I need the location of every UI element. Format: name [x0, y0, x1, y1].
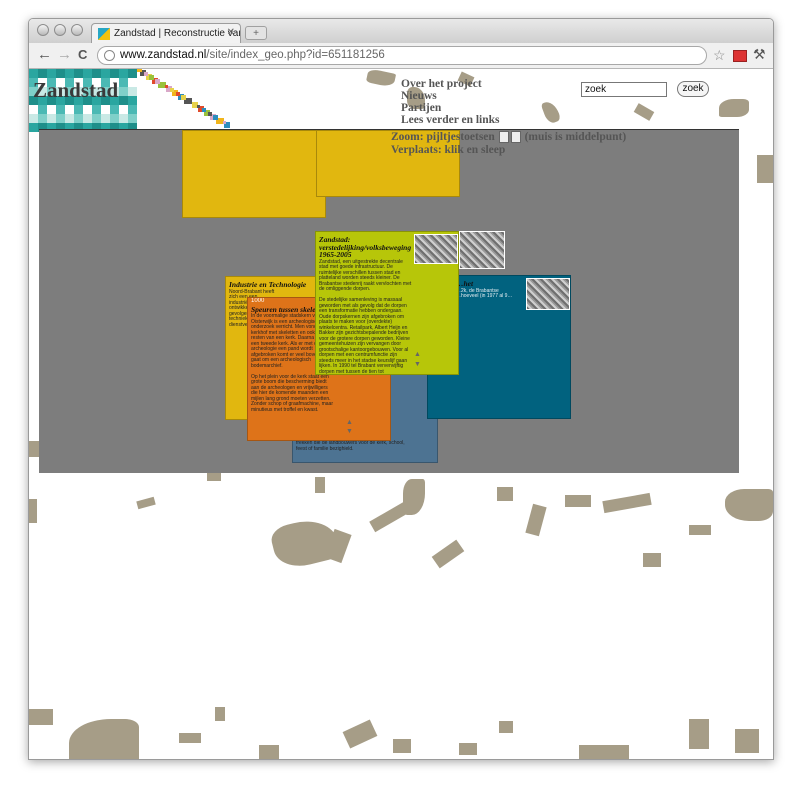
panel-verstedelijking-photo [414, 234, 458, 264]
title-bar: Zandstad | Reconstructie van ✕ + [29, 19, 773, 43]
key-up-icon [498, 131, 509, 144]
zoom-instruction: Zoom: pijltjestoetsen [391, 131, 495, 143]
maximize-window-button[interactable] [71, 24, 83, 36]
menu-item-nieuws[interactable]: Nieuws [401, 90, 500, 102]
forward-button[interactable]: → [57, 47, 72, 63]
tab-close-icon[interactable]: ✕ [227, 27, 235, 38]
wrench-menu-icon[interactable]: ⚒ [753, 46, 766, 63]
url-path: /site/index_geo.php?id=651181256 [206, 49, 385, 61]
close-window-button[interactable] [37, 24, 49, 36]
panel-yellow-top-left[interactable] [182, 130, 326, 218]
main-menu: Over het project Nieuws Partijen Lees ve… [401, 78, 500, 126]
reload-button[interactable]: C [78, 47, 87, 63]
search-button[interactable]: zoek [677, 81, 709, 97]
panel-slate-text: frekken die de landbouwers voor de kerk,… [296, 440, 405, 452]
web-page: Zandstad Over het project Nieuws Partije… [29, 69, 773, 759]
minimize-window-button[interactable] [54, 24, 66, 36]
photo-thumbnail[interactable] [459, 231, 505, 269]
navigation-help: Zoom: pijltjestoetsen (muis is middelpun… [391, 131, 626, 157]
site-logo[interactable]: Zandstad [33, 78, 118, 103]
move-instruction: Verplaats: klik en sleep [391, 144, 506, 156]
browser-window: Zandstad | Reconstructie van ✕ + ← → C w… [28, 18, 774, 760]
search-input[interactable] [581, 82, 667, 97]
panel-verstedelijking[interactable]: Zandstad: verstedelijking/volksbeweging … [315, 231, 459, 375]
url-host: www.zandstad.nl [120, 49, 207, 61]
scroll-down-icon[interactable]: ▼ [414, 361, 421, 367]
scroll-up-icon[interactable]: ▲ [414, 351, 421, 357]
panel-verstedelijking-text: Zandstad, een uitgestrekte decentrale st… [319, 258, 412, 375]
extension-icon[interactable] [733, 50, 747, 62]
window-controls [37, 24, 83, 36]
favicon-icon [98, 28, 110, 40]
globe-icon [104, 50, 115, 61]
bookmark-star-icon[interactable]: ☆ [713, 47, 726, 64]
menu-item-over-het-project[interactable]: Over het project [401, 78, 500, 90]
scroll-up-icon[interactable]: ▲ [346, 419, 353, 425]
panel-blue-photo [526, 278, 570, 310]
key-down-icon [510, 131, 521, 144]
tab-title: Zandstad | Reconstructie van [114, 28, 241, 39]
zoom-hint: (muis is middelpunt) [524, 131, 627, 143]
back-button[interactable]: ← [37, 47, 52, 63]
timeline-map-stage[interactable]: frekken die de landbouwers voor de kerk,… [39, 130, 739, 473]
new-tab-button[interactable]: + [245, 26, 267, 40]
menu-item-partijen[interactable]: Partijen [401, 102, 500, 114]
menu-item-lees-verder[interactable]: Lees verder en links [401, 114, 500, 126]
scroll-down-icon[interactable]: ▼ [346, 428, 353, 434]
address-bar[interactable]: www.zandstad.nl/site/index_geo.php?id=65… [97, 46, 707, 65]
panel-verstedelijking-title: Zandstad: verstedelijking/volksbeweging … [319, 235, 412, 259]
browser-tab[interactable]: Zandstad | Reconstructie van ✕ [91, 23, 241, 43]
browser-toolbar: ← → C www.zandstad.nl/site/index_geo.php… [29, 43, 773, 69]
